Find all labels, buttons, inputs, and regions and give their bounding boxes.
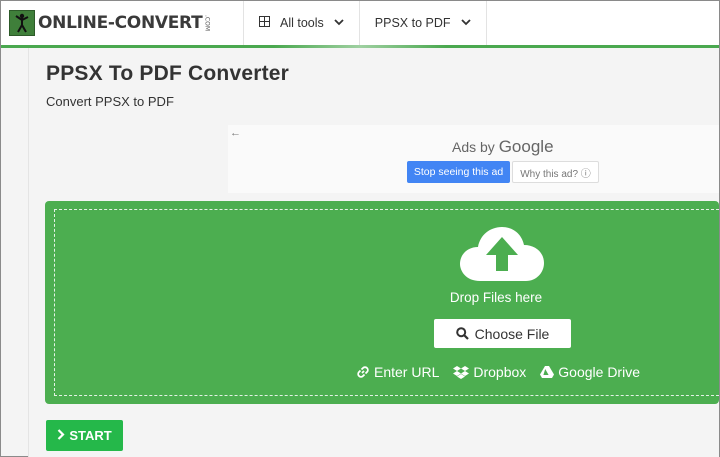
- google-drive-label: Google Drive: [558, 364, 640, 380]
- logo-com: .COM: [203, 15, 211, 31]
- chevron-right-icon: [57, 428, 65, 443]
- page-title: PPSX To PDF Converter: [46, 62, 290, 85]
- nav-all-tools[interactable]: All tools: [244, 1, 360, 45]
- nav-all-tools-label: All tools: [280, 16, 324, 30]
- start-label: START: [69, 428, 112, 443]
- logo-text: ONLINE-CONVERT: [38, 13, 203, 33]
- ads-by-google: Ads by Google: [452, 137, 554, 157]
- ad-banner: ← Ads by Google Stop seeing this ad Why …: [228, 125, 719, 193]
- search-icon: [455, 327, 469, 340]
- choose-file-label: Choose File: [474, 325, 550, 342]
- chevron-down-icon: [460, 18, 471, 29]
- file-drop-zone[interactable]: Drop Files here Choose File Enter URL Dr…: [45, 201, 719, 404]
- page-subtitle: Convert PPSX to PDF: [46, 94, 174, 109]
- google-drive-icon: [540, 365, 555, 378]
- grid-icon: [259, 16, 270, 30]
- why-this-ad-button[interactable]: Why this ad? ⓘ: [512, 161, 599, 183]
- header-accent-line: [1, 45, 719, 48]
- dropbox-icon: [453, 366, 470, 379]
- enter-url-label: Enter URL: [374, 364, 440, 380]
- google-drive-link[interactable]: Google Drive: [540, 364, 640, 380]
- choose-file-button[interactable]: Choose File: [434, 319, 571, 348]
- drop-files-text: Drop Files here: [449, 290, 543, 305]
- dropbox-label: Dropbox: [473, 364, 527, 380]
- ads-by-label: Ads by: [452, 139, 495, 155]
- nav-ppsx-to-pdf[interactable]: PPSX to PDF: [360, 1, 487, 45]
- back-arrow-icon[interactable]: ←: [230, 127, 241, 139]
- cloud-upload-icon: [458, 223, 546, 288]
- enter-url-link[interactable]: Enter URL: [356, 364, 439, 380]
- dropbox-link[interactable]: Dropbox: [453, 364, 526, 380]
- chevron-down-icon: [334, 18, 344, 29]
- google-label: Google: [498, 137, 554, 156]
- site-logo[interactable]: ONLINE-CONVERT .COM: [1, 1, 244, 45]
- upload-sources: Enter URL Dropbox Google Drive: [356, 364, 654, 380]
- logo-figure-icon: [9, 10, 35, 36]
- top-navbar: ONLINE-CONVERT .COM All tools PPSX to PD…: [1, 1, 719, 45]
- stop-seeing-ad-button[interactable]: Stop seeing this ad: [407, 161, 510, 183]
- nav-ppsx-to-pdf-label: PPSX to PDF: [374, 16, 451, 30]
- link-icon: [357, 366, 369, 378]
- start-button[interactable]: START: [46, 420, 123, 451]
